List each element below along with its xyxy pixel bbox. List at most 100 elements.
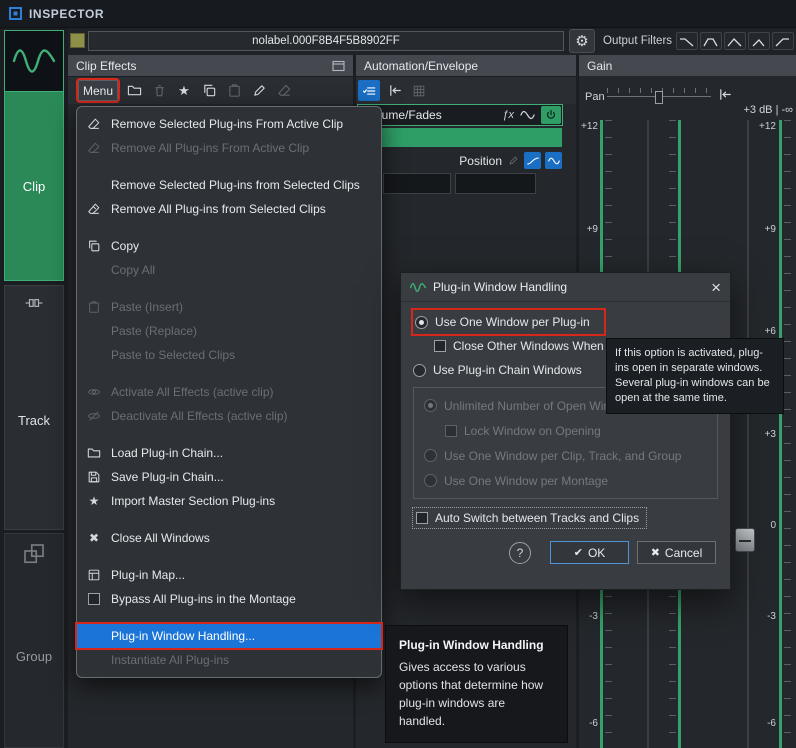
menu-item-plugin-window-handling[interactable]: Plug-in Window Handling... (75, 622, 383, 650)
sidebar-item-clip[interactable]: Clip (4, 30, 64, 281)
menu-item[interactable]: Load Plug-in Chain... (77, 441, 381, 465)
fader-handle[interactable] (735, 528, 755, 552)
scale-label: 0 (770, 520, 776, 531)
filter-band-icon[interactable] (700, 32, 722, 50)
sine-wave-icon (520, 109, 535, 121)
menu-separator (77, 221, 381, 234)
menu-item[interactable]: Bypass All Plug-ins in the Montage (77, 587, 381, 611)
menu-separator (77, 611, 381, 624)
menu-separator (77, 550, 381, 563)
fade-curve-icon[interactable] (524, 152, 541, 169)
clip-effects-title: Clip Effects (76, 58, 137, 73)
filter-high-shelf-icon[interactable] (772, 32, 794, 50)
menu-item[interactable]: Save Plug-in Chain... (77, 465, 381, 489)
preset-star-icon[interactable]: ★ (175, 82, 193, 100)
sidebar-item-track[interactable]: Track (4, 285, 64, 530)
dialog-title: Plug-in Window Handling (433, 280, 568, 294)
radio-icon (424, 399, 437, 412)
menu-item[interactable]: Remove Selected Plug-ins from Selected C… (77, 173, 381, 197)
cross-icon: ✖ (650, 547, 660, 559)
menu-item[interactable]: Remove Selected Plug-ins From Active Cli… (77, 112, 381, 136)
output-filters-label: Output Filters (603, 35, 673, 47)
option-tooltip: If this option is activated, plug-ins op… (606, 338, 784, 414)
envelope-curve-selector[interactable]: Volume/Fades ƒx (357, 104, 563, 126)
menu-item: Paste (Replace) (111, 324, 198, 338)
help-button[interactable]: ? (509, 541, 531, 564)
radio-use-one-window-per-plugin[interactable]: Use One Window per Plug-in (411, 308, 606, 336)
position-time-field[interactable] (455, 173, 536, 194)
ok-button[interactable]: ✔ OK (550, 541, 629, 564)
menu-item[interactable]: Plug-in Map... (77, 563, 381, 587)
dialog-titlebar[interactable]: Plug-in Window Handling × (401, 273, 730, 302)
copy-icon[interactable] (200, 82, 218, 100)
copy-icon (86, 238, 102, 254)
eye-icon (86, 384, 102, 400)
close-icon[interactable]: × (711, 279, 721, 296)
eraser-icon (275, 82, 293, 100)
filter-peak-icon[interactable] (724, 32, 746, 50)
window-title: INSPECTOR (29, 6, 105, 21)
position-value-field[interactable] (383, 173, 451, 194)
settings-button[interactable]: ⚙ (569, 29, 595, 53)
map-icon (86, 567, 102, 583)
detach-window-icon[interactable] (332, 60, 345, 72)
folder-icon[interactable] (125, 82, 143, 100)
checkbox-icon (434, 340, 446, 352)
clip-name-field[interactable] (88, 31, 564, 51)
plugin-window-handling-dialog: Plug-in Window Handling × Use One Window… (400, 272, 731, 590)
scale-label: +9 (586, 224, 598, 235)
menu-item[interactable]: Copy (77, 234, 381, 258)
scale-label: +12 (581, 121, 598, 132)
scale-label: -3 (589, 611, 598, 622)
scale-label: -6 (767, 718, 776, 729)
pan-reset-icon[interactable] (718, 87, 734, 103)
gain-level-readout: +3 dB | -∞ (743, 104, 793, 116)
filter-low-shelf-icon[interactable] (676, 32, 698, 50)
track-tab-label: Track (17, 413, 51, 428)
checkbox-icon (416, 512, 428, 524)
menu-item[interactable]: Remove All Plug-ins from Selected Clips (77, 197, 381, 221)
automation-title: Automation/Envelope (364, 58, 479, 73)
pencil-icon (506, 154, 520, 168)
reset-envelope-icon[interactable] (386, 82, 404, 100)
menu-item[interactable]: ★ Import Master Section Plug-ins (77, 489, 381, 513)
gain-header: Gain (579, 55, 796, 76)
titlebar: INSPECTOR (0, 0, 796, 28)
automation-toolbar (356, 77, 576, 104)
filter-notch-icon[interactable] (748, 32, 770, 50)
envelope-list-toggle[interactable] (358, 80, 380, 101)
cancel-button[interactable]: ✖ Cancel (637, 541, 716, 564)
group-tab-label: Group (15, 649, 53, 664)
wave-icon[interactable] (545, 152, 562, 169)
pen-icon[interactable] (250, 82, 268, 100)
paste-icon (225, 82, 243, 100)
radio-icon (424, 474, 437, 487)
menu-button[interactable]: Menu (76, 78, 120, 103)
envelope-power-button[interactable] (541, 106, 561, 124)
sidebar-item-group[interactable]: Group (4, 533, 64, 748)
clip-color-swatch[interactable] (70, 33, 85, 48)
menu-item: Paste (Insert) (77, 295, 381, 319)
menu-separator (77, 513, 381, 526)
selected-envelope-row[interactable] (357, 128, 562, 147)
pan-label: Pan (585, 91, 605, 103)
menu-item: Copy All (111, 263, 156, 277)
group-icon (21, 542, 47, 566)
menu-separator (77, 428, 381, 441)
menu-item: Deactivate All Effects (active clip) (77, 404, 381, 428)
inspector-window: INSPECTOR Clip Track Group ⚙ Output Filt… (0, 0, 796, 748)
menu-item-tooltip: Plug-in Window Handling Gives access to … (385, 625, 568, 743)
eraser-icon (86, 140, 102, 156)
tooltip-body: Gives access to various options that det… (399, 660, 544, 728)
check-icon: ✔ (573, 547, 583, 559)
clip-effects-header: Clip Effects (68, 55, 353, 76)
gear-icon: ⚙ (575, 33, 589, 50)
gain-title: Gain (587, 58, 613, 73)
menu-item[interactable]: ✖ Close All Windows (77, 526, 381, 550)
pan-thumb[interactable] (655, 91, 663, 104)
fader-rail-right[interactable] (747, 120, 749, 748)
checkbox-icon (445, 424, 457, 437)
checkbox-auto-switch[interactable]: Auto Switch between Tracks and Clips (411, 507, 718, 529)
pan-slider[interactable] (607, 87, 711, 105)
radio-icon (415, 315, 428, 329)
